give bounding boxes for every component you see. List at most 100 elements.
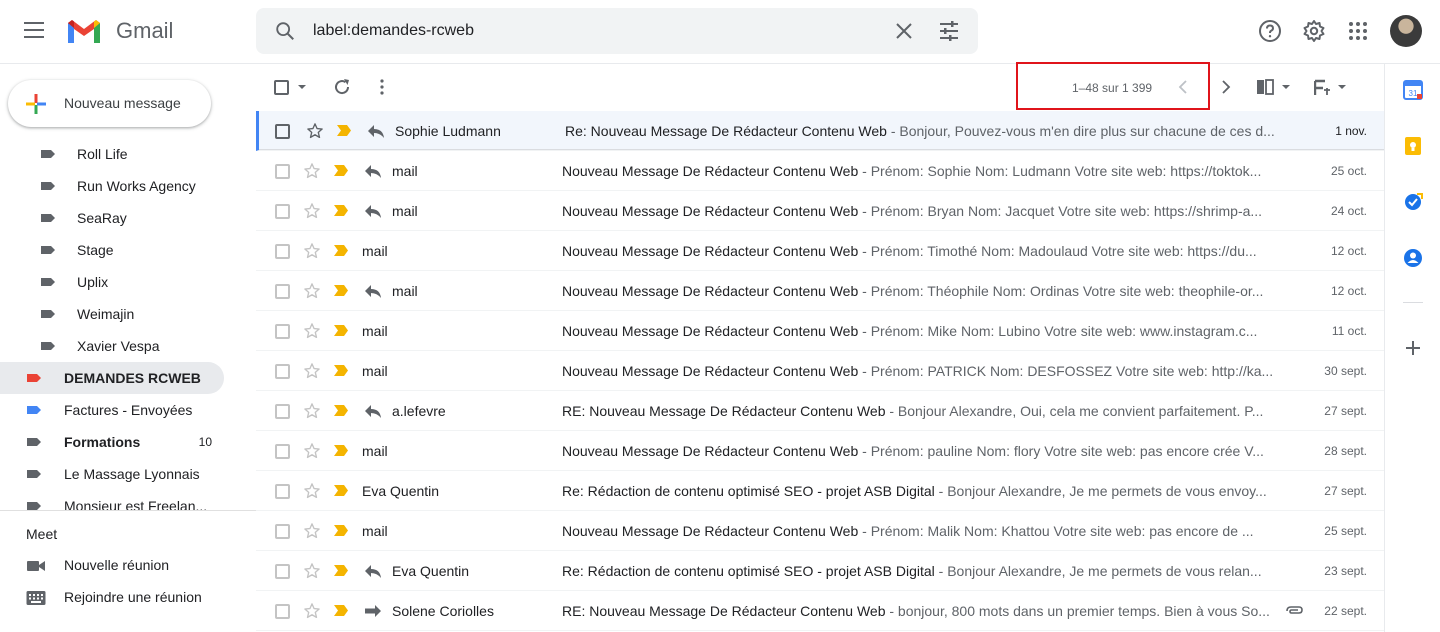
- sidebar-label-item[interactable]: Xavier Vespa: [0, 330, 224, 362]
- replied-arrow-icon[interactable]: [364, 563, 382, 579]
- important-marker-icon[interactable]: [334, 605, 348, 616]
- refresh-icon[interactable]: [332, 77, 352, 97]
- star-icon[interactable]: [303, 522, 321, 540]
- compose-button[interactable]: Nouveau message: [8, 80, 211, 127]
- sidebar-label-item[interactable]: Weimajin: [0, 298, 224, 330]
- star-icon[interactable]: [306, 122, 324, 140]
- search-input[interactable]: label:demandes-rcweb: [313, 22, 474, 40]
- calendar-icon[interactable]: 31: [1403, 80, 1423, 100]
- important-marker-icon[interactable]: [334, 165, 348, 176]
- email-checkbox[interactable]: [275, 564, 290, 579]
- sidebar-label-item[interactable]: Factures - Envoyées: [0, 394, 224, 426]
- email-checkbox[interactable]: [275, 124, 290, 139]
- settings-gear-icon[interactable]: [1302, 19, 1326, 43]
- email-date: 1 nov.: [1335, 124, 1367, 138]
- star-icon[interactable]: [303, 482, 321, 500]
- input-tools-icon[interactable]: [1314, 79, 1348, 97]
- sidebar-label-item[interactable]: DEMANDES RCWEB: [0, 362, 224, 394]
- get-addons-plus-icon[interactable]: [1403, 338, 1423, 358]
- email-row[interactable]: mail Nouveau Message De Rédacteur Contenu…: [256, 311, 1384, 351]
- email-row[interactable]: mail Nouveau Message De Rédacteur Contenu…: [256, 271, 1384, 311]
- star-icon[interactable]: [303, 362, 321, 380]
- replied-arrow-icon[interactable]: [364, 163, 382, 179]
- search-options-icon[interactable]: [938, 20, 960, 42]
- star-icon[interactable]: [303, 442, 321, 460]
- star-icon[interactable]: [303, 402, 321, 420]
- search-icon[interactable]: [274, 20, 296, 42]
- forwarded-arrow-icon[interactable]: [364, 603, 382, 619]
- sidebar-label-item[interactable]: Formations 10: [0, 426, 224, 458]
- important-marker-icon[interactable]: [334, 325, 348, 336]
- sidebar-label-item[interactable]: SeaRay: [0, 202, 224, 234]
- select-dropdown-icon[interactable]: [297, 84, 307, 90]
- email-row[interactable]: mail Nouveau Message De Rédacteur Contenu…: [256, 151, 1384, 191]
- star-icon[interactable]: [303, 242, 321, 260]
- join-meeting-link[interactable]: Rejoindre une réunion: [26, 586, 226, 610]
- clear-search-icon[interactable]: [894, 21, 914, 41]
- important-marker-icon[interactable]: [334, 405, 348, 416]
- select-all-checkbox[interactable]: [274, 80, 289, 95]
- email-checkbox[interactable]: [275, 524, 290, 539]
- important-marker-icon[interactable]: [334, 445, 348, 456]
- sidebar-label-item[interactable]: Uplix: [0, 266, 224, 298]
- email-row[interactable]: Sophie Ludmann Re: Nouveau Message De Réd…: [256, 111, 1384, 151]
- replied-arrow-icon[interactable]: [364, 403, 382, 419]
- email-row[interactable]: mail Nouveau Message De Rédacteur Contenu…: [256, 191, 1384, 231]
- google-apps-icon[interactable]: [1346, 19, 1370, 43]
- sidebar-label-item[interactable]: Run Works Agency: [0, 170, 224, 202]
- email-checkbox[interactable]: [275, 444, 290, 459]
- star-icon[interactable]: [303, 562, 321, 580]
- important-marker-icon[interactable]: [334, 365, 348, 376]
- search-bar[interactable]: label:demandes-rcweb: [256, 8, 978, 54]
- important-marker-icon[interactable]: [337, 125, 351, 136]
- email-checkbox[interactable]: [275, 404, 290, 419]
- star-icon[interactable]: [303, 322, 321, 340]
- important-marker-icon[interactable]: [334, 245, 348, 256]
- email-row[interactable]: Solene Coriolles RE: Nouveau Message De R…: [256, 591, 1384, 631]
- star-icon[interactable]: [303, 162, 321, 180]
- important-marker-icon[interactable]: [334, 285, 348, 296]
- email-row[interactable]: mail Nouveau Message De Rédacteur Contenu…: [256, 431, 1384, 471]
- tasks-icon[interactable]: [1403, 192, 1423, 212]
- email-checkbox[interactable]: [275, 604, 290, 619]
- keep-notes-icon[interactable]: [1403, 136, 1423, 156]
- sidebar-label-item[interactable]: Stage: [0, 234, 224, 266]
- replied-arrow-icon[interactable]: [364, 283, 382, 299]
- email-checkbox[interactable]: [275, 244, 290, 259]
- email-row[interactable]: a.lefevre RE: Nouveau Message De Rédacteu…: [256, 391, 1384, 431]
- account-avatar[interactable]: [1390, 15, 1422, 47]
- replied-arrow-icon[interactable]: [367, 123, 385, 139]
- email-row[interactable]: mail Nouveau Message De Rédacteur Contenu…: [256, 511, 1384, 551]
- main-menu-icon[interactable]: [24, 22, 44, 40]
- email-row[interactable]: Eva Quentin Re: Rédaction de contenu opti…: [256, 471, 1384, 511]
- split-pane-toggle-icon[interactable]: [1256, 79, 1292, 95]
- new-meeting-link[interactable]: Nouvelle réunion: [26, 554, 226, 578]
- email-checkbox[interactable]: [275, 164, 290, 179]
- pagination-range[interactable]: 1–48 sur 1 399: [1072, 81, 1152, 95]
- email-row[interactable]: mail Nouveau Message De Rédacteur Contenu…: [256, 231, 1384, 271]
- gmail-logo[interactable]: [66, 17, 102, 45]
- sidebar-label-item[interactable]: Le Massage Lyonnais: [0, 458, 224, 490]
- older-chevron-right-icon[interactable]: [1219, 79, 1233, 95]
- important-marker-icon[interactable]: [334, 205, 348, 216]
- important-marker-icon[interactable]: [334, 485, 348, 496]
- star-icon[interactable]: [303, 602, 321, 620]
- star-icon[interactable]: [303, 282, 321, 300]
- contacts-icon[interactable]: [1403, 248, 1423, 268]
- replied-arrow-icon[interactable]: [364, 203, 382, 219]
- email-checkbox[interactable]: [275, 284, 290, 299]
- email-row[interactable]: Eva Quentin Re: Rédaction de contenu opti…: [256, 551, 1384, 591]
- important-marker-icon[interactable]: [334, 525, 348, 536]
- email-checkbox[interactable]: [275, 484, 290, 499]
- email-checkbox[interactable]: [275, 324, 290, 339]
- email-checkbox[interactable]: [275, 364, 290, 379]
- star-icon[interactable]: [303, 202, 321, 220]
- email-row[interactable]: mail Nouveau Message De Rédacteur Contenu…: [256, 351, 1384, 391]
- sidebar-label-item[interactable]: Monsieur est Freelan...: [0, 490, 224, 522]
- more-options-icon[interactable]: [374, 78, 390, 96]
- email-checkbox[interactable]: [275, 204, 290, 219]
- help-icon[interactable]: [1258, 19, 1282, 43]
- sidebar-label-item[interactable]: Roll Life: [0, 138, 224, 170]
- email-sender: Solene Coriolles: [392, 603, 494, 619]
- important-marker-icon[interactable]: [334, 565, 348, 576]
